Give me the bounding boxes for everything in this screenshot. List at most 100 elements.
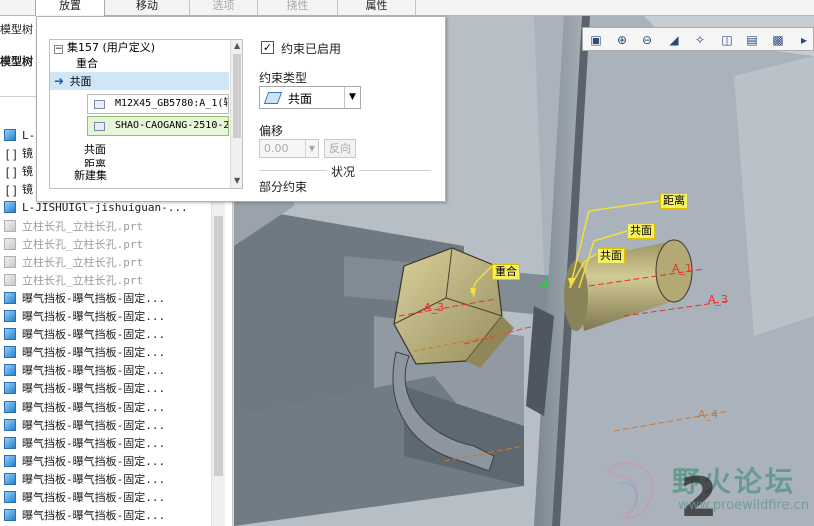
- datum-display-icon[interactable]: ▩: [769, 31, 787, 49]
- tree-item[interactable]: L-JISHUIGl-jishuiguan-...: [4, 199, 188, 217]
- tree-item[interactable]: L-: [4, 127, 35, 145]
- constraint-item-distance[interactable]: 距离: [84, 157, 106, 167]
- tree-item[interactable]: 曝气挡板-曝气挡板-固定...: [4, 326, 165, 344]
- tree-item[interactable]: 曝气挡板-曝气挡板-固定...: [4, 399, 165, 417]
- tree-item-label: 立柱长孔_立柱长孔.prt: [22, 237, 144, 251]
- callout-distance[interactable]: 距离: [660, 193, 688, 209]
- zoom-fit-icon[interactable]: ▣: [587, 31, 605, 49]
- part-icon: [4, 509, 16, 522]
- repaint-icon[interactable]: ◢: [665, 31, 683, 49]
- constraint-list-scroll-thumb[interactable]: [233, 54, 241, 138]
- tree-item[interactable]: 立柱长孔_立柱长孔.prt: [4, 236, 143, 254]
- constraint-type-select[interactable]: 共面 ▼: [259, 86, 361, 109]
- part-icon: [4, 201, 16, 214]
- tree-header: 模型树: [0, 23, 33, 36]
- tree-item[interactable]: [] 镜: [4, 163, 33, 181]
- tree-item-label: 曝气挡板-曝气挡板-固定...: [22, 472, 166, 486]
- constraint-item-coplanar[interactable]: 共面: [84, 142, 106, 158]
- tree-item-label: 镜: [22, 165, 33, 179]
- constraint-set-label: 集157 (用户定义): [67, 41, 156, 54]
- part-icon: [4, 454, 16, 467]
- tree-item-label: L-: [22, 129, 36, 142]
- tree-item[interactable]: 曝气挡板-曝气挡板-固定...: [4, 507, 165, 525]
- scroll-up-icon[interactable]: ▲: [234, 41, 240, 50]
- tree-item[interactable]: [] 镜: [4, 181, 33, 199]
- zoom-out-icon[interactable]: ⊖: [638, 31, 656, 49]
- tree-item[interactable]: 曝气挡板-曝气挡板-固定...: [4, 290, 165, 308]
- tree-item-label: 曝气挡板-曝气挡板-固定...: [22, 491, 166, 504]
- tree-scroll-thumb[interactable]: [214, 216, 223, 476]
- offset-label: 偏移: [259, 124, 284, 138]
- tree-scrollbar[interactable]: [211, 196, 225, 526]
- saved-views-icon[interactable]: ▤: [743, 31, 761, 49]
- tree-item-label: 镜: [22, 147, 33, 161]
- tree-item-label: 曝气挡板-曝气挡板-固定...: [22, 400, 166, 414]
- tree-item[interactable]: 曝气挡板-曝气挡板-固定...: [4, 471, 165, 489]
- tree-item[interactable]: 曝气挡板-曝气挡板-固定...: [4, 453, 165, 471]
- hole-icon: [4, 219, 16, 232]
- tree-item[interactable]: 曝气挡板-曝气挡板-固定...: [4, 435, 165, 453]
- offset-input[interactable]: 0.00 ▼: [259, 139, 319, 158]
- more-icon[interactable]: ▸: [795, 31, 813, 49]
- reference-component[interactable]: M12X45_GB5780:A_1(轴: [87, 94, 229, 114]
- tree-item-label: 立柱长孔_立柱长孔.prt: [22, 255, 144, 269]
- tree-item[interactable]: 曝气挡板-曝气挡板-固定...: [4, 362, 165, 380]
- tab-flexibility[interactable]: 挠性: [258, 0, 338, 16]
- part-icon: [4, 472, 16, 485]
- current-arrow-icon: ➜: [54, 74, 65, 88]
- tree-item-label: 曝气挡板-曝气挡板-固定...: [22, 346, 166, 360]
- coplanar-icon: [263, 92, 283, 104]
- constraint-enabled-checkbox[interactable]: ✓: [261, 41, 274, 54]
- part-icon: [4, 346, 16, 359]
- tree-item-label: 曝气挡板-曝气挡板-固定...: [22, 291, 166, 305]
- tree-item[interactable]: 立柱长孔_立柱长孔.prt: [4, 254, 143, 272]
- constraint-set[interactable]: − 集157 (用户定义): [54, 40, 155, 56]
- component-ref-icon: [94, 100, 105, 109]
- constraint-item-coplanar-active[interactable]: ➜ 共面: [54, 73, 92, 89]
- tree-item-label: 曝气挡板-曝气挡板-固定...: [22, 364, 166, 378]
- chevron-down-icon[interactable]: ▼: [344, 87, 360, 108]
- part-icon: [4, 310, 16, 322]
- offset-dropdown-icon[interactable]: ▼: [305, 140, 318, 157]
- new-set-link[interactable]: 新建集: [74, 168, 107, 184]
- display-style-icon[interactable]: ◫: [718, 31, 736, 49]
- flip-button[interactable]: 反向: [324, 139, 356, 158]
- status-label: 状况: [327, 163, 360, 180]
- constraint-list-scrollbar[interactable]: ▲ ▼: [230, 40, 242, 188]
- part-icon: [4, 291, 16, 304]
- collapse-icon[interactable]: −: [54, 45, 63, 54]
- tree-item[interactable]: 曝气挡板-曝气挡板-固定...: [4, 308, 165, 326]
- tree-item-label: L-JISHUIGl-jishuiguan-...: [22, 201, 188, 215]
- constraint-type-label: 约束类型: [259, 71, 308, 85]
- constraint-item-coincident[interactable]: 重合: [76, 56, 98, 72]
- tree-item-label: 立柱长孔_立柱长孔.prt: [22, 219, 144, 233]
- part-icon: [4, 436, 16, 449]
- placement-panel: − 集157 (用户定义) 重合 ➜ 共面 M12X45_GB5780:A_1(轴…: [36, 16, 446, 202]
- spin-icon[interactable]: ✧: [691, 31, 709, 49]
- tree-item[interactable]: 曝气挡板-曝气挡板-固定...: [4, 417, 165, 435]
- zoom-in-icon[interactable]: ⊕: [613, 31, 631, 49]
- status-value: 部分约束: [259, 180, 308, 194]
- reference-assembly[interactable]: SHAO-CAOGANG-2510-2: [87, 116, 229, 136]
- constraint-list[interactable]: − 集157 (用户定义) 重合 ➜ 共面 M12X45_GB5780:A_1(轴…: [49, 39, 243, 189]
- tree-item-label: 镜: [22, 183, 33, 197]
- offset-value: 0.00: [264, 142, 289, 155]
- tab-properties[interactable]: 属性: [338, 0, 416, 16]
- tree-item[interactable]: 立柱长孔_立柱长孔.prt: [4, 218, 143, 236]
- tree-item-label: 曝气挡板-曝气挡板-固定...: [22, 454, 166, 468]
- dashboard-tabs: 放置 移动 选项 挠性 属性: [0, 0, 814, 16]
- tree-item[interactable]: 曝气挡板-曝气挡板-固定...: [4, 489, 165, 507]
- reference-component-label: M12X45_GB5780:A_1(轴: [115, 98, 229, 109]
- tab-placement[interactable]: 放置: [35, 0, 105, 16]
- callout-coplanar-2[interactable]: 共面: [597, 248, 625, 264]
- tree-item[interactable]: [] 镜: [4, 145, 33, 163]
- tree-item[interactable]: 曝气挡板-曝气挡板-固定...: [4, 344, 165, 362]
- callout-coincident[interactable]: 重合: [492, 264, 520, 280]
- tab-options[interactable]: 选项: [190, 0, 258, 16]
- tab-move[interactable]: 移动: [105, 0, 190, 16]
- tree-item[interactable]: 曝气挡板-曝气挡板-固定...: [4, 380, 165, 398]
- tree-item[interactable]: 立柱长孔_立柱长孔.prt: [4, 272, 143, 290]
- callout-coplanar-1[interactable]: 共面: [627, 223, 655, 239]
- scroll-down-icon[interactable]: ▼: [234, 176, 240, 185]
- view-toolbar: ▣ ⊕ ⊖ ◢ ✧ ◫ ▤ ▩ ▸: [582, 27, 814, 51]
